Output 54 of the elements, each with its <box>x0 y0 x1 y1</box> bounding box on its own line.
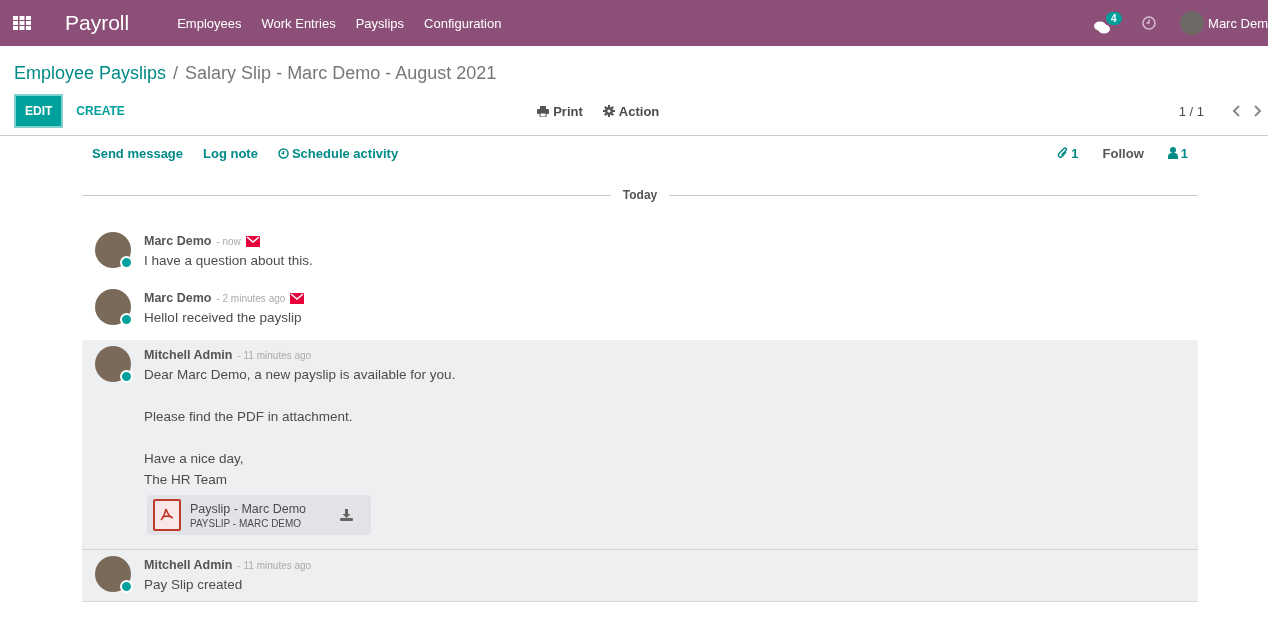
message-time: - now <box>216 235 241 247</box>
message-author: Marc Demo <box>144 291 212 305</box>
user-name[interactable]: Marc Dem <box>1208 15 1268 31</box>
message-text: Dear Marc Demo, a new payslip is available for you. <box>144 366 456 384</box>
activity-button[interactable] <box>1142 16 1157 30</box>
followers-button[interactable]: 1 <box>1167 145 1188 161</box>
edit-button[interactable]: EDIT <box>14 94 64 128</box>
breadcrumb-link[interactable]: Employee Payslips <box>14 62 167 84</box>
gear-icon <box>602 105 615 117</box>
pdf-icon <box>153 499 181 531</box>
paperclip-icon <box>1058 147 1069 159</box>
menu-item[interactable]: Configuration <box>414 15 512 31</box>
person-icon <box>1167 147 1178 159</box>
message-text: HelloI received the payslip <box>144 309 303 327</box>
message-author: Mitchell Admin <box>144 348 233 362</box>
clock-icon <box>1142 16 1157 30</box>
create-button[interactable]: CREATE <box>68 96 133 126</box>
message-text: Pay Slip created <box>144 576 244 594</box>
message-text: Have a nice day, The HR Team <box>144 450 245 489</box>
chatter-action-link[interactable]: Log note <box>203 145 258 161</box>
download-icon[interactable] <box>340 509 353 521</box>
app-name: Payroll <box>65 11 130 35</box>
messages-count-badge: 4 <box>1106 11 1122 25</box>
attachment-name: Payslip - Marc Demo <box>190 501 306 516</box>
action-button[interactable]: Action <box>602 103 660 119</box>
print-button[interactable]: Print <box>537 103 583 119</box>
attachment-subtitle: PAYSLIP - MARC DEMO <box>190 517 303 529</box>
message-author: Mitchell Admin <box>144 558 233 572</box>
date-separator: Today <box>622 188 658 202</box>
menu-item[interactable]: Employees <box>167 15 252 31</box>
pager-value: 1 / 1 <box>1178 103 1204 119</box>
printer-icon <box>537 105 550 117</box>
clock-icon <box>277 147 289 159</box>
author-avatar <box>95 556 131 592</box>
chatter-action-link[interactable]: Schedule activity <box>277 145 399 161</box>
breadcrumb-current: Salary Slip - Marc Demo - August 2021 <box>185 62 497 84</box>
message-text: Please find the PDF in attachment. <box>144 408 354 426</box>
attachment-card[interactable]: Payslip - Marc Demo PAYSLIP - MARC DEMO <box>147 495 371 535</box>
message-time: - 11 minutes ago <box>237 349 312 361</box>
author-avatar <box>95 232 131 268</box>
message-text: I have a question about this. <box>144 252 313 270</box>
message-author: Marc Demo <box>144 234 212 248</box>
follow-button[interactable]: Follow <box>1102 145 1144 161</box>
attachments-button[interactable]: 1 <box>1058 145 1079 161</box>
menu-item[interactable]: Work Entries <box>251 15 346 31</box>
messages-button[interactable]: 4 <box>1094 11 1127 35</box>
breadcrumb-separator: / <box>173 62 179 84</box>
author-avatar <box>95 346 131 382</box>
author-avatar <box>95 289 131 325</box>
chat-bubbles-icon <box>1094 20 1111 35</box>
message-time: - 2 minutes ago <box>216 292 286 304</box>
menu-item[interactable]: Payslips <box>345 15 415 31</box>
chatter-action-link[interactable]: Send message <box>92 145 184 161</box>
message-time: - 11 minutes ago <box>237 559 312 571</box>
